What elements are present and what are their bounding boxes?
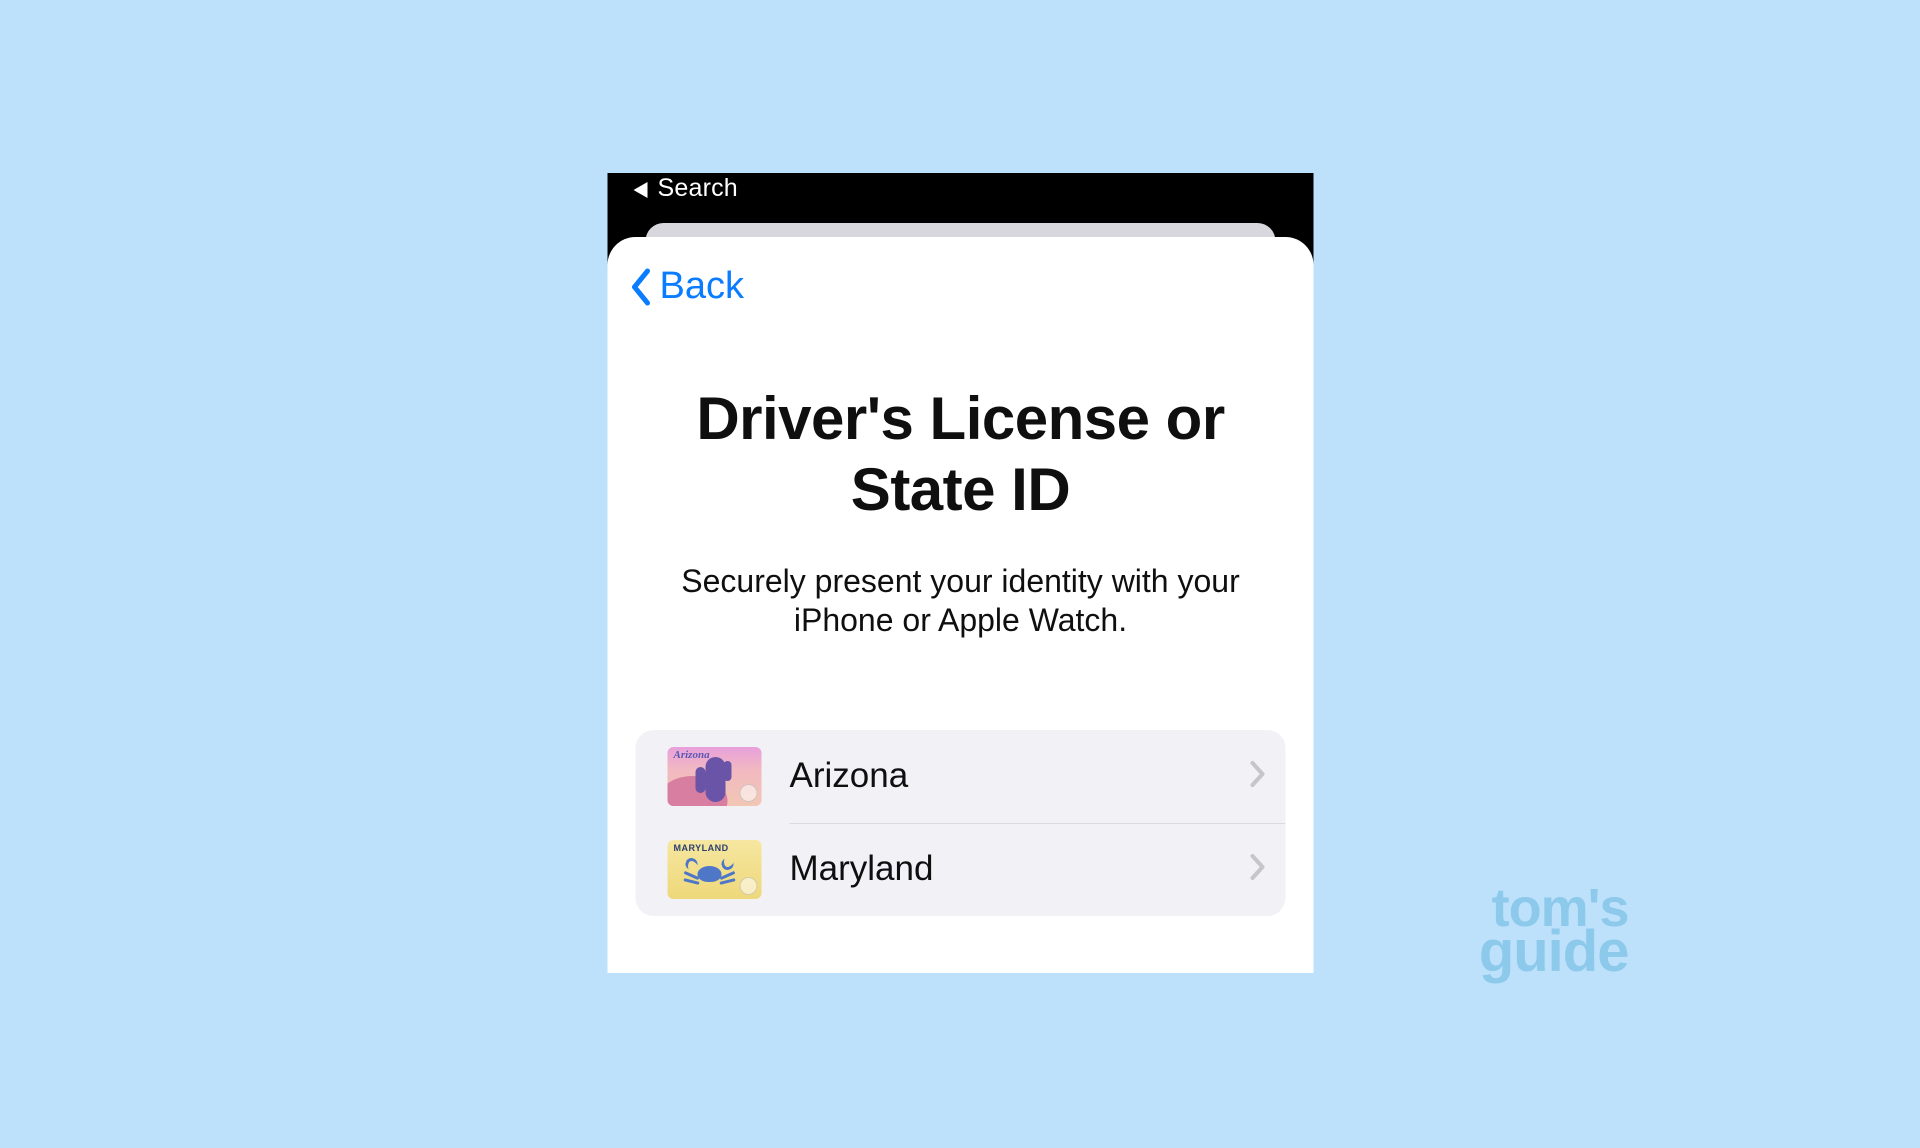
- state-row-label: Arizona: [790, 756, 1250, 796]
- chevron-right-icon: [1250, 853, 1266, 886]
- status-bar-breadcrumb[interactable]: Search: [608, 173, 1314, 204]
- breadcrumb-back-icon: [634, 182, 648, 198]
- chevron-right-icon: [1250, 760, 1266, 793]
- breadcrumb-label: Search: [658, 174, 738, 203]
- back-button-label: Back: [660, 265, 744, 308]
- page-subtitle: Securely present your identity with your…: [608, 562, 1314, 640]
- state-row-arizona[interactable]: Arizona Arizona: [636, 730, 1286, 823]
- state-list: Arizona Arizona MARYLAND: [636, 730, 1286, 916]
- chevron-left-icon: [630, 268, 652, 306]
- phone-frame: Search Back Driver's License or State ID…: [608, 173, 1314, 973]
- page-title: Driver's License or State ID: [608, 384, 1314, 526]
- back-button[interactable]: Back: [608, 265, 766, 308]
- modal-card: Back Driver's License or State ID Secure…: [608, 237, 1314, 973]
- state-row-maryland[interactable]: MARYLAND Maryland: [636, 823, 1286, 916]
- license-thumbnail-maryland: MARYLAND: [668, 840, 762, 899]
- state-row-label: Maryland: [790, 849, 1250, 889]
- license-thumbnail-arizona: Arizona: [668, 747, 762, 806]
- watermark-tomsguide: tom's guide: [1479, 886, 1629, 976]
